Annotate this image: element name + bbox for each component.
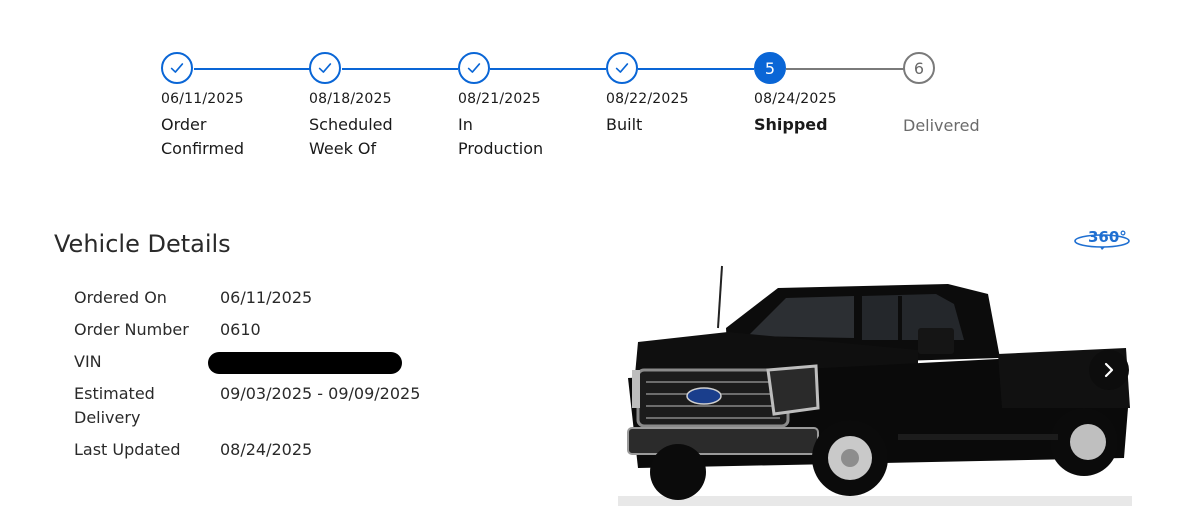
step-label: Scheduled Week Of <box>309 115 393 158</box>
detail-value: 06/11/2025 <box>220 288 313 307</box>
detail-key: VIN <box>74 352 102 371</box>
vehicle-image <box>618 258 1132 506</box>
detail-key: Ordered On <box>74 288 167 307</box>
step-scheduled-week-of: 08/18/2025 Scheduled Week Of <box>309 52 459 161</box>
step-label: Shipped <box>754 115 828 134</box>
order-progress-tracker: 06/11/2025 Order Confirmed 08/18/2025 Sc… <box>0 0 1204 180</box>
step-label: Built <box>606 115 643 134</box>
detail-value: 08/24/2025 <box>220 440 313 459</box>
check-icon <box>309 52 341 84</box>
step-date <box>903 91 1053 108</box>
vehicle-details-title: Vehicle Details <box>54 230 231 258</box>
step-date: 08/22/2025 <box>606 91 689 107</box>
detail-key: Last Updated <box>74 440 181 459</box>
step-date: 08/18/2025 <box>309 91 392 107</box>
detail-key: Order Number <box>74 320 189 339</box>
detail-row-vin: VIN <box>74 350 420 382</box>
check-icon <box>458 52 490 84</box>
detail-row-ordered-on: Ordered On 06/11/2025 <box>74 286 420 318</box>
chevron-right-icon <box>1104 362 1114 378</box>
next-image-button[interactable] <box>1089 350 1129 390</box>
step-number-badge: 5 <box>754 52 786 84</box>
detail-value: 0610 <box>220 320 261 339</box>
step-shipped: 5 08/24/2025 Shipped <box>754 52 904 137</box>
step-date: 06/11/2025 <box>161 91 244 107</box>
step-date: 08/21/2025 <box>458 91 541 107</box>
pickup-truck-illustration <box>618 265 1132 506</box>
detail-key: Estimated Delivery <box>74 384 155 427</box>
step-label: Order Confirmed <box>161 115 245 158</box>
detail-row-last-updated: Last Updated 08/24/2025 <box>74 438 420 470</box>
check-icon <box>161 52 193 84</box>
step-order-confirmed: 06/11/2025 Order Confirmed <box>161 52 311 161</box>
detail-row-order-number: Order Number 0610 <box>74 318 420 350</box>
detail-row-estimated-delivery: Estimated Delivery 09/03/2025 - 09/09/20… <box>74 382 420 438</box>
step-in-production: 08/21/2025 In Production <box>458 52 608 161</box>
step-date: 08/24/2025 <box>754 91 837 107</box>
vehicle-details-list: Ordered On 06/11/2025 Order Number 0610 … <box>74 286 420 470</box>
view-360-button[interactable]: 360° <box>1072 226 1132 252</box>
check-icon <box>606 52 638 84</box>
view-360-label: 360° <box>1088 228 1127 246</box>
step-built: 08/22/2025 Built <box>606 52 756 137</box>
detail-value: 09/03/2025 - 09/09/2025 <box>220 384 421 403</box>
step-label: Delivered <box>903 116 980 135</box>
step-number-badge: 6 <box>903 52 935 84</box>
step-delivered: 6 Delivered <box>903 52 1053 138</box>
step-label: In Production <box>458 115 544 158</box>
vin-redaction <box>208 352 402 374</box>
